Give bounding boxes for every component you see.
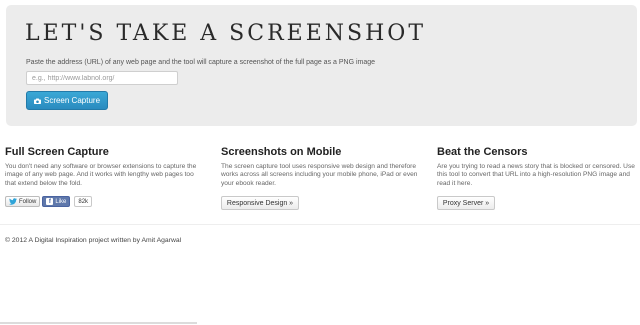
like-label: Like [55,198,67,205]
page-title: LET'S TAKE A SCREENSHOT [25,21,426,46]
screen-capture-button[interactable]: Screen Capture [26,91,108,110]
bottom-rule [0,322,197,324]
social-buttons: Follow f Like 82k [5,196,93,207]
feature-text: Are you trying to read a news story that… [437,163,635,187]
responsive-design-button[interactable]: Responsive Design » [221,196,299,210]
follow-label: Follow [19,198,37,205]
url-input[interactable] [26,71,178,85]
screen-capture-label: Screen Capture [43,96,101,105]
feature-heading: Full Screen Capture [5,146,109,158]
like-count: 82k [74,196,93,207]
facebook-icon: f [46,198,54,205]
feature-mobile: Screenshots on Mobile The screen capture… [221,146,421,188]
feature-text: The screen capture tool uses responsive … [221,163,418,187]
feature-heading: Beat the Censors [437,146,528,158]
footer-divider [0,224,640,225]
twitter-follow-button[interactable]: Follow [5,196,41,207]
hero-description: Paste the address (URL) of any web page … [26,59,376,66]
twitter-bird-icon [9,198,17,205]
hero-panel: LET'S TAKE A SCREENSHOT Paste the addres… [6,5,637,126]
feature-text: You don't need any software or browser e… [5,163,197,187]
feature-censors: Beat the Censors Are you trying to read … [437,146,637,188]
facebook-like-button[interactable]: f Like [42,196,71,207]
feature-heading: Screenshots on Mobile [221,146,342,158]
proxy-server-button[interactable]: Proxy Server » [437,196,495,210]
camera-icon [33,98,41,104]
footer-text: © 2012 A Digital Inspiration project wri… [5,237,182,244]
feature-full-screen: Full Screen Capture You don't need any s… [5,146,205,188]
